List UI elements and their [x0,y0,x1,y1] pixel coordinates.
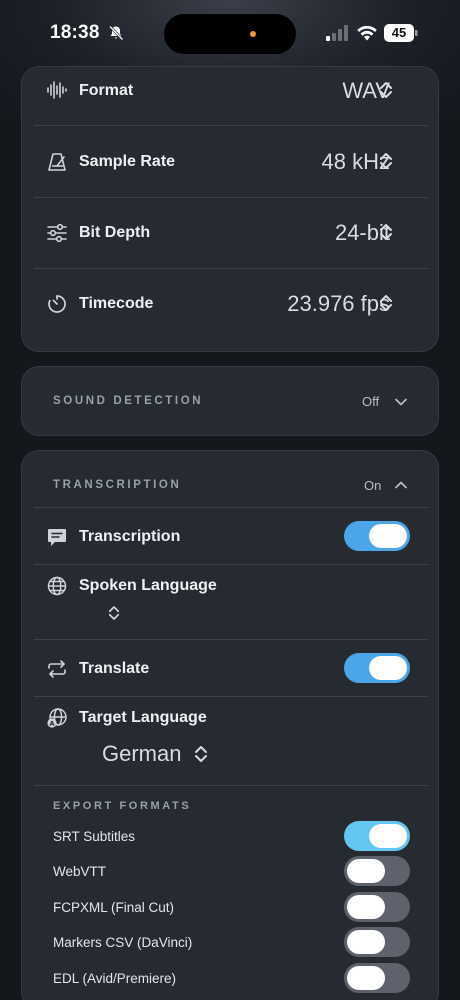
export-formats-title: EXPORT FORMATS [53,800,192,812]
chevron-down-icon [395,398,407,406]
webvtt-toggle[interactable] [344,856,410,886]
target-language-value: German [102,741,182,766]
chevron-up-down-icon [380,224,392,240]
format-label: Format [79,82,134,99]
export-format-label: EDL (Avid/Premiere) [53,971,177,986]
chevron-up-down-icon [380,82,392,98]
toggle-knob [347,930,385,954]
toggle-knob [369,824,407,848]
chevron-up-down-icon [380,295,392,311]
transcription-card: TRANSCRIPTION On Transcription Spoken La… [21,450,439,1000]
bell-slash-icon [109,25,124,41]
chevron-up-icon [395,481,407,489]
waveform-icon [47,81,67,99]
recording-settings-card: Format WAV Sample Rate 48 kHz Bit Depth … [21,66,439,352]
translate-toggle[interactable] [344,653,410,683]
sample-rate-label: Sample Rate [79,153,176,170]
fcpxml-toggle[interactable] [344,892,410,922]
metronome-icon [48,153,66,171]
translate-label: Translate [79,660,150,677]
transcription-section-title: TRANSCRIPTION [53,479,182,491]
divider [34,125,428,126]
export-format-label: SRT Subtitles [53,829,136,844]
svg-text:A: A [49,720,54,728]
timer-icon [48,295,66,313]
markers-csv-toggle[interactable] [344,927,410,957]
sound-detection-title: SOUND DETECTION [53,395,204,407]
divider [34,785,428,786]
export-format-label: WebVTT [53,864,107,879]
toggle-knob [369,524,407,548]
sound-detection-card[interactable]: SOUND DETECTION Off [21,366,439,436]
edl-toggle[interactable] [344,963,410,993]
chevron-up-down-icon [108,606,120,620]
chevron-up-down-icon [380,153,392,169]
export-format-label: FCPXML (Final Cut) [53,900,175,915]
divider [34,564,428,565]
privacy-indicator [250,31,256,37]
globe-icon [47,576,67,596]
sliders-icon [47,223,67,243]
target-language-picker[interactable]: German [102,739,222,769]
timecode-label: Timecode [79,295,154,312]
repeat-arrows-icon [48,660,66,678]
chevron-up-down-icon [195,746,207,762]
status-time: 18:38 [50,22,100,43]
export-format-label: Markers CSV (DaVinci) [53,935,193,950]
divider [34,268,428,269]
spoken-language-label: Spoken Language [79,577,217,594]
transcription-toggle[interactable] [344,521,410,551]
timecode-value[interactable]: 23.976 fps [287,291,390,317]
spoken-language-picker[interactable] [102,601,132,627]
speech-bubble-icon [48,529,66,546]
transcription-label: Transcription [79,528,181,545]
bit-depth-label: Bit Depth [79,224,151,241]
toggle-knob [347,859,385,883]
dynamic-island [164,14,296,54]
srt-subtitles-toggle[interactable] [344,821,410,851]
transcription-state: On [364,478,382,493]
toggle-knob [369,656,407,680]
battery-level: 45 [391,25,407,40]
target-language-label: Target Language [79,709,207,726]
divider [34,639,428,640]
cellular-signal-icon [326,25,348,41]
status-bar: 18:38 45 [0,0,460,66]
globe-translate-icon: A [47,708,67,728]
divider [34,197,428,198]
sound-detection-state: Off [362,394,380,409]
wifi-icon [357,25,377,41]
divider [34,696,428,697]
toggle-knob [347,895,385,919]
toggle-knob [347,966,385,990]
divider [34,507,428,508]
